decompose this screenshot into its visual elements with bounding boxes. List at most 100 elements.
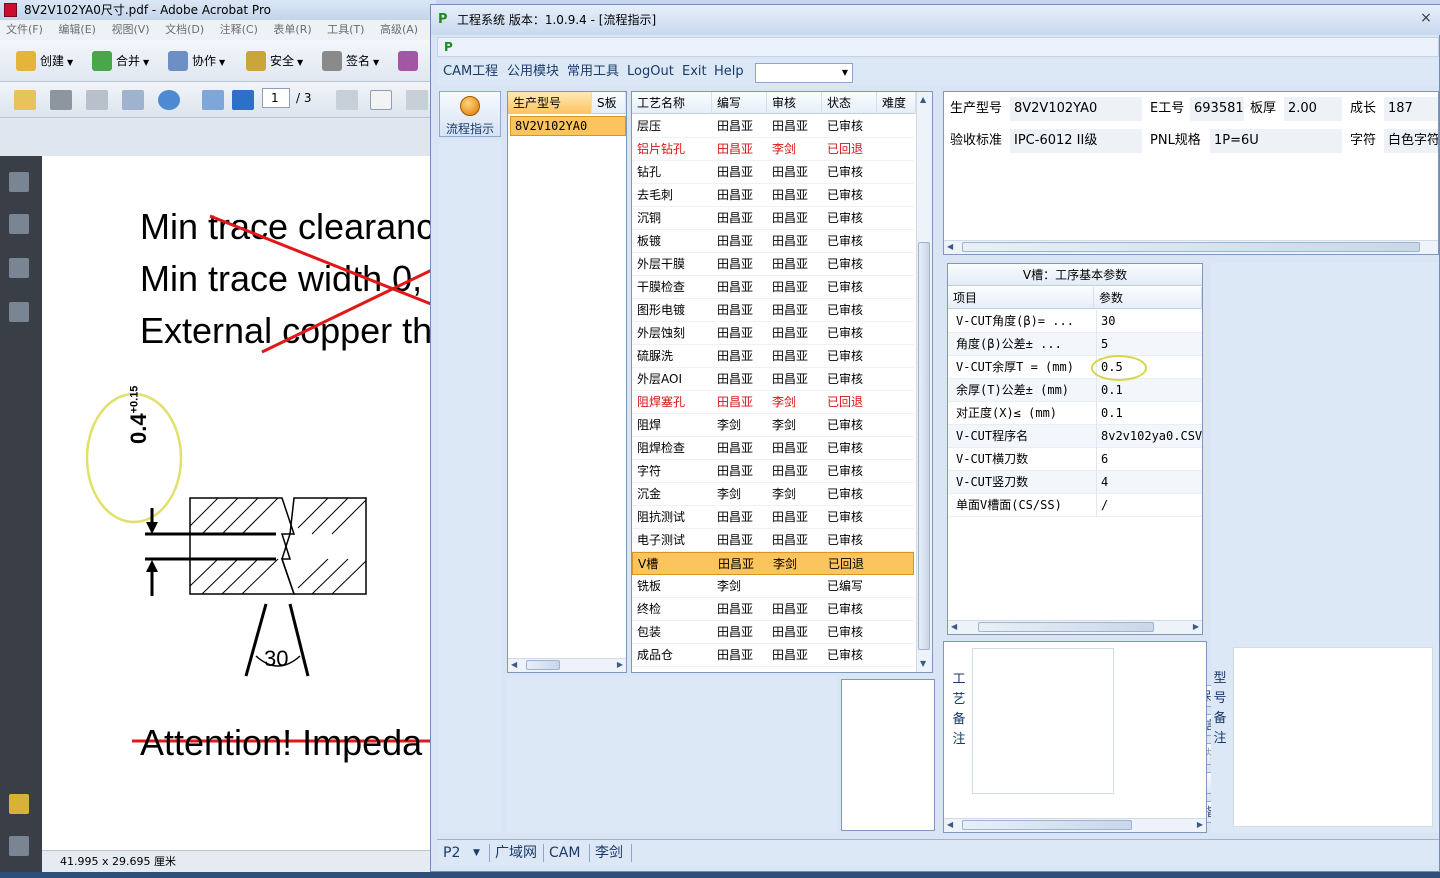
vcut-param-row[interactable]: 单面V槽面(CS/SS) / xyxy=(948,494,1202,517)
process-row[interactable]: 沉铜 田昌亚 田昌亚 已审核 xyxy=(632,207,914,230)
col-reviewer[interactable]: 审核 xyxy=(767,92,822,114)
col-difficulty[interactable]: 难度 xyxy=(877,92,916,114)
sign-button[interactable]: 签名 ▼ xyxy=(318,48,379,74)
zoom-icon[interactable] xyxy=(406,90,428,110)
col-item[interactable]: 项目 xyxy=(948,287,1094,309)
process-row[interactable]: 成品仓 田昌亚 田昌亚 已审核 xyxy=(632,644,914,667)
process-row[interactable]: 阻抗测试 田昌亚 田昌亚 已审核 xyxy=(632,506,914,529)
col-status[interactable]: 状态 xyxy=(822,92,877,114)
process-row[interactable]: 板镀 田昌亚 田昌亚 已审核 xyxy=(632,230,914,253)
menu-edit[interactable]: 编辑(E) xyxy=(58,20,96,40)
process-row[interactable]: 外层蚀刻 田昌亚 田昌亚 已审核 xyxy=(632,322,914,345)
signatures-icon[interactable] xyxy=(9,302,29,322)
process-row[interactable]: 阻焊检查 田昌亚 田昌亚 已审核 xyxy=(632,437,914,460)
pages-icon[interactable] xyxy=(9,172,29,192)
menu-logout[interactable]: LogOut xyxy=(627,63,674,81)
hand-tool-icon[interactable] xyxy=(370,90,392,110)
model-note-input[interactable] xyxy=(1233,647,1433,827)
process-row[interactable]: 干膜检查 田昌亚 田昌亚 已审核 xyxy=(632,276,914,299)
scroll-left-icon[interactable]: ◀ xyxy=(947,819,953,831)
param-value[interactable]: 8v2v102ya0.CSV xyxy=(1096,425,1202,448)
flow-instruction-button[interactable]: 流程指示 xyxy=(439,91,501,137)
process-row[interactable]: 图形电镀 田昌亚 田昌亚 已审核 xyxy=(632,299,914,322)
process-row[interactable]: 层压 田昌亚 田昌亚 已审核 xyxy=(632,115,914,138)
process-row[interactable]: V槽 田昌亚 李剑 已回退 xyxy=(632,552,914,575)
vcut-param-row[interactable]: V-CUT程序名 8v2v102ya0.CSV xyxy=(948,425,1202,448)
scroll-left-icon[interactable]: ◀ xyxy=(951,621,957,633)
scroll-thumb[interactable] xyxy=(978,622,1154,632)
process-row[interactable]: 铝片钻孔 田昌亚 李剑 已回退 xyxy=(632,138,914,161)
col-s-board[interactable]: S板 xyxy=(592,92,626,114)
notes-hscroll[interactable]: ◀ ▶ xyxy=(944,818,1206,832)
vcut-param-row[interactable]: 角度(β)公差± ... 5 xyxy=(948,333,1202,356)
scroll-down-icon[interactable]: ▼ xyxy=(920,658,926,670)
col-param[interactable]: 参数 xyxy=(1094,287,1202,309)
close-icon[interactable]: × xyxy=(1417,9,1435,27)
globe-icon[interactable] xyxy=(158,90,180,110)
scroll-thumb[interactable] xyxy=(526,660,560,670)
vcut-param-row[interactable]: V-CUT角度(β)= ... 30 xyxy=(948,310,1202,333)
param-value[interactable]: 30 xyxy=(1096,310,1115,333)
length-field[interactable]: 187 xyxy=(1384,97,1438,121)
process-row[interactable]: 沉金 李剑 李剑 已审核 xyxy=(632,483,914,506)
menu-file[interactable]: 文件(F) xyxy=(6,20,43,40)
menu-tools[interactable]: 工具(T) xyxy=(327,20,364,40)
process-row[interactable]: 硫脲洗 田昌亚 田昌亚 已审核 xyxy=(632,345,914,368)
thickness-field[interactable]: 2.00 xyxy=(1284,97,1342,121)
scroll-left-icon[interactable]: ◀ xyxy=(511,659,517,671)
process-row[interactable]: 阻焊塞孔 田昌亚 李剑 已回退 xyxy=(632,391,914,414)
status-dropdown-icon[interactable]: ▼ xyxy=(473,844,480,862)
pnl-field[interactable]: 1P=6U xyxy=(1210,129,1342,153)
bookmarks-icon[interactable] xyxy=(9,214,29,234)
menu-advanced[interactable]: 高级(A) xyxy=(380,20,418,40)
menu-cam-project[interactable]: CAM工程 xyxy=(443,63,498,81)
form-button[interactable] xyxy=(394,48,422,74)
param-value[interactable]: 5 xyxy=(1096,333,1108,356)
char-field[interactable]: 白色字符 xyxy=(1384,129,1438,153)
process-row[interactable]: 外层AOI 田昌亚 田昌亚 已审核 xyxy=(632,368,914,391)
process-row[interactable]: 去毛刺 田昌亚 田昌亚 已审核 xyxy=(632,184,914,207)
menu-help[interactable]: Help xyxy=(714,63,744,81)
vcut-param-row[interactable]: V-CUT余厚T = (mm) 0.5 xyxy=(948,356,1202,379)
menu-comment[interactable]: 注释(C) xyxy=(220,20,258,40)
process-row[interactable]: 钻孔 田昌亚 田昌亚 已审核 xyxy=(632,161,914,184)
layers-icon[interactable] xyxy=(9,258,29,278)
model-row[interactable]: 8V2V102YA0 xyxy=(510,116,626,136)
vcut-param-row[interactable]: V-CUT竖刀数 4 xyxy=(948,471,1202,494)
process-row[interactable]: 外层干膜 田昌亚 田昌亚 已审核 xyxy=(632,253,914,276)
models-hscroll[interactable]: ◀ ▶ xyxy=(508,658,626,672)
process-row[interactable]: 铣板 李剑 已编写 xyxy=(632,575,914,598)
scroll-left-icon[interactable]: ◀ xyxy=(947,241,953,253)
col-writer[interactable]: 编写 xyxy=(712,92,767,114)
info-hscroll[interactable]: ◀ xyxy=(944,240,1438,254)
menu-common-module[interactable]: 公用模块 xyxy=(507,63,559,81)
model-field[interactable]: 8V2V102YA0 xyxy=(1010,97,1142,121)
process-note-input[interactable] xyxy=(972,648,1114,794)
process-vscroll[interactable]: ▲ ▼ xyxy=(916,92,932,672)
standard-field[interactable]: IPC-6012 II级 xyxy=(1010,129,1142,153)
menu-view[interactable]: 视图(V) xyxy=(111,20,149,40)
create-button[interactable]: 创建 ▼ xyxy=(12,48,73,74)
print-icon[interactable] xyxy=(50,90,72,110)
comments-icon[interactable] xyxy=(9,794,29,814)
eno-field[interactable]: 693581 xyxy=(1190,97,1244,121)
param-value[interactable]: 0.1 xyxy=(1096,379,1123,402)
menu-forms[interactable]: 表单(R) xyxy=(273,20,311,40)
vcut-param-row[interactable]: 对正度(X)≤ (mm) 0.1 xyxy=(948,402,1202,425)
page-number-input[interactable]: 1 xyxy=(262,88,290,108)
menu-document[interactable]: 文档(D) xyxy=(165,20,204,40)
process-row[interactable]: 包装 田昌亚 田昌亚 已审核 xyxy=(632,621,914,644)
param-value[interactable]: 0.1 xyxy=(1096,402,1123,425)
param-value[interactable]: 6 xyxy=(1096,448,1108,471)
param-value[interactable]: / xyxy=(1096,494,1108,517)
select-tool-icon[interactable] xyxy=(336,90,358,110)
scroll-up-icon[interactable]: ▲ xyxy=(920,94,926,106)
attachment-icon[interactable] xyxy=(9,836,29,856)
menu-exit[interactable]: Exit xyxy=(682,63,707,81)
process-row[interactable]: 字符 田昌亚 田昌亚 已审核 xyxy=(632,460,914,483)
param-value[interactable]: 4 xyxy=(1096,471,1108,494)
collaborate-button[interactable]: 协作 ▼ xyxy=(164,48,225,74)
save-icon[interactable] xyxy=(86,90,108,110)
vcut-param-row[interactable]: 余厚(T)公差± (mm) 0.1 xyxy=(948,379,1202,402)
vcut-hscroll[interactable]: ◀ ▶ xyxy=(948,620,1202,634)
